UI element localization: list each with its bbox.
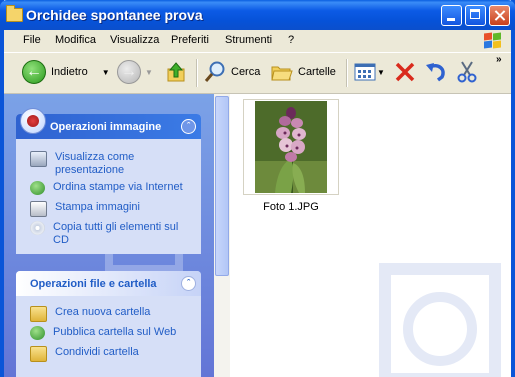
search-label: Cerca [231,66,261,78]
forward-button[interactable]: → ▼ [117,57,153,87]
search-button[interactable]: Cerca [204,57,260,87]
folders-label: Cartelle [298,66,336,78]
watermark-icon [379,263,501,377]
printer-icon [30,201,47,217]
delete-button[interactable] [394,57,416,87]
new-folder-label: Crea nuova cartella [55,306,151,318]
file-view: Foto 1.JPG [230,94,511,377]
scissors-icon [457,61,477,83]
delete-icon [395,62,415,82]
file-tasks-title: Operazioni file e cartella [30,278,157,290]
menu-preferiti[interactable]: Preferiti [171,34,209,46]
publish-web-icon [30,326,45,340]
image-tasks-header[interactable]: Operazioni immagine ˆ [16,108,201,139]
file-tasks-header[interactable]: Operazioni file e cartella ˆ [16,271,201,296]
views-button[interactable]: ▼ [354,57,385,87]
menu-strumenti[interactable]: Strumenti [225,34,272,46]
scrollbar-thumb[interactable] [215,96,229,276]
order-prints-label: Ordina stampe via Internet [53,181,183,193]
explorer-window: Orchidee spontanee prova File Modifica V… [0,0,515,377]
menu-visualizza[interactable]: Visualizza [110,34,159,46]
order-prints-task[interactable]: Ordina stampe via Internet [30,181,195,195]
undo-button[interactable] [424,57,448,87]
copy-to-cd-task[interactable]: Copia tutti gli elementi sul CD [30,221,195,247]
back-arrow-icon: ← [22,60,46,84]
folders-icon [271,66,293,81]
globe-icon [30,181,45,195]
share-folder-task[interactable]: Condividi cartella [30,346,195,362]
image-tasks-panel: Operazioni immagine ˆ Visualizza come pr… [16,108,201,254]
maximize-button[interactable] [465,5,486,26]
file-tasks-panel: Operazioni file e cartella ˆ Crea nuova … [16,271,201,377]
undo-icon [426,63,445,82]
menu-file[interactable]: File [23,34,41,46]
menu-bar: File Modifica Visualizza Preferiti Strum… [4,30,511,53]
new-folder-task[interactable]: Crea nuova cartella [30,306,195,322]
back-dropdown-icon[interactable]: ▼ [102,68,110,77]
folder-icon [6,5,23,22]
toolbar-separator [346,59,348,87]
views-dropdown-icon[interactable]: ▼ [377,68,385,77]
window-title: Orchidee spontanee prova [26,7,203,23]
forward-dropdown-icon[interactable]: ▼ [145,68,153,77]
cut-button[interactable] [456,57,478,87]
copy-to-cd-label: Copia tutti gli elementi sul CD [53,221,179,246]
menu-help[interactable]: ? [288,34,294,46]
search-icon [204,61,225,82]
file-thumbnail[interactable] [243,99,339,195]
menu-modifica[interactable]: Modifica [55,34,96,46]
slideshow-icon [30,151,47,167]
minimize-button[interactable] [441,5,462,26]
new-folder-icon [30,306,47,322]
collapse-icon[interactable]: ˆ [181,119,196,134]
slideshow-label: Visualizza come presentazione [55,151,135,176]
back-label: Indietro [51,66,88,78]
toolbar-overflow-icon[interactable]: » [496,54,502,65]
slideshow-task[interactable]: Visualizza come presentazione [30,151,195,177]
image-tasks-title: Operazioni immagine [50,121,162,133]
cd-icon [30,221,45,235]
print-images-label: Stampa immagini [55,201,140,213]
forward-arrow-icon: → [117,60,141,84]
share-folder-icon [30,346,47,362]
toolbar-separator [196,59,198,87]
publish-web-label: Pubblica cartella sul Web [53,326,177,338]
orchid-photo [255,101,327,193]
up-folder-button[interactable] [166,57,188,87]
print-images-task[interactable]: Stampa immagini [30,201,195,217]
publish-web-task[interactable]: Pubblica cartella sul Web [30,326,195,340]
file-name-label[interactable]: Foto 1.JPG [243,201,339,213]
windows-logo-icon [482,32,504,50]
close-button[interactable] [489,5,510,26]
views-icon [354,63,376,81]
image-tasks-icon [20,108,46,134]
title-bar[interactable]: Orchidee spontanee prova [0,0,515,30]
back-button[interactable]: ← Indietro ▼ [22,57,110,87]
toolbar: ← Indietro ▼ → ▼ Cerca Cartelle ▼ » [4,53,511,94]
up-folder-icon [167,62,185,82]
folders-button[interactable]: Cartelle [270,57,336,87]
collapse-icon[interactable]: ˆ [181,276,196,291]
task-pane-scrollbar[interactable] [214,94,230,377]
task-pane: Operazioni immagine ˆ Visualizza come pr… [4,94,230,377]
share-folder-label: Condividi cartella [55,346,139,358]
